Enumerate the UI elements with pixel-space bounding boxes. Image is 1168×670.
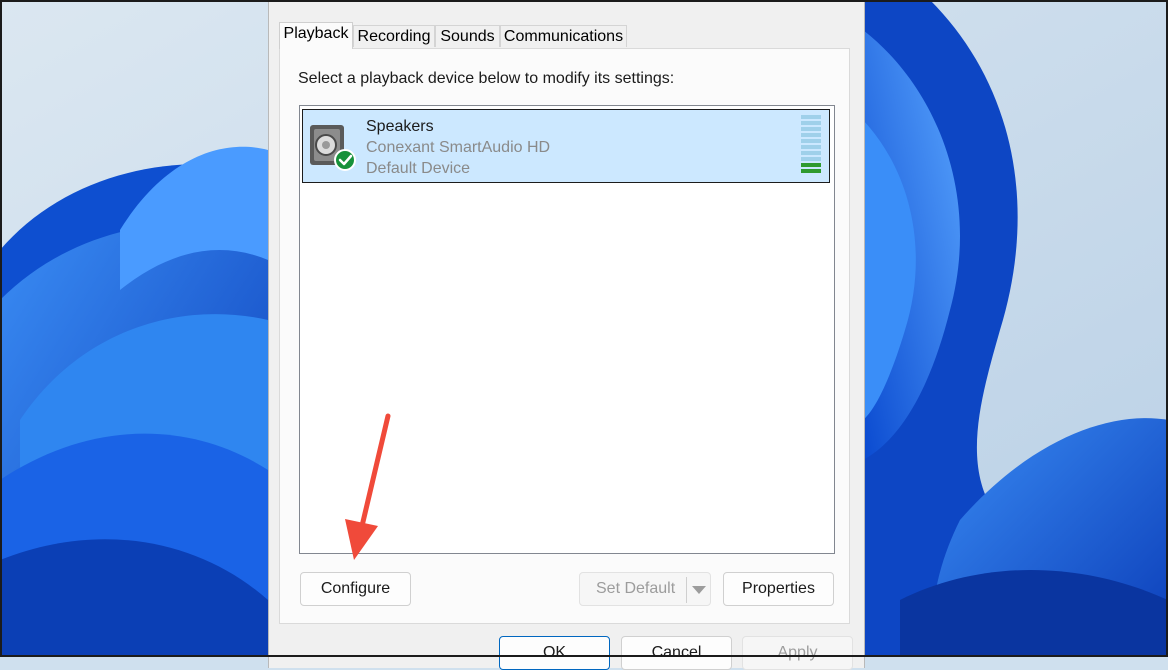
instruction-text: Select a playback device below to modify…: [298, 70, 675, 87]
device-driver: Conexant SmartAudio HD: [366, 139, 551, 156]
tab-sounds[interactable]: Sounds: [435, 25, 500, 47]
speaker-icon: [310, 125, 356, 171]
tab-recording[interactable]: Recording: [353, 25, 435, 47]
chevron-down-icon[interactable]: [692, 586, 706, 594]
device-list[interactable]: Speakers Conexant SmartAudio HD Default …: [299, 105, 835, 554]
apply-button[interactable]: Apply: [742, 636, 853, 670]
properties-button[interactable]: Properties: [723, 572, 834, 606]
set-default-split-button[interactable]: Set Default: [579, 572, 711, 606]
tab-playback[interactable]: Playback: [279, 22, 353, 49]
split-divider: [686, 577, 687, 603]
tab-communications[interactable]: Communications: [500, 25, 627, 47]
playback-panel: Select a playback device below to modify…: [279, 48, 850, 624]
device-status: Default Device: [366, 160, 471, 177]
green-check-icon: [334, 149, 356, 171]
volume-level-meter: [801, 115, 821, 175]
sound-dialog: Playback Recording Sounds Communications…: [268, 0, 865, 670]
configure-button[interactable]: Configure: [300, 572, 411, 606]
device-row-speakers[interactable]: Speakers Conexant SmartAudio HD Default …: [302, 109, 830, 183]
cancel-button[interactable]: Cancel: [621, 636, 732, 670]
ok-button[interactable]: OK: [499, 636, 610, 670]
set-default-label: Set Default: [596, 580, 676, 597]
device-name: Speakers: [366, 118, 434, 135]
